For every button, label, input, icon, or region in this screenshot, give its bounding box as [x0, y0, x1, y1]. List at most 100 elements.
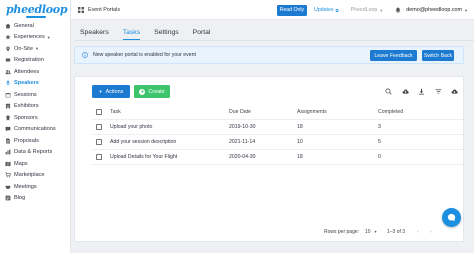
chevron-down-icon: ▼	[373, 230, 378, 234]
home-icon	[5, 23, 11, 29]
tab-speakers[interactable]: Speakers	[80, 25, 109, 40]
sidebar-item-blog[interactable]: Blog	[0, 193, 70, 205]
sidebar-item-label: General	[14, 22, 34, 29]
row-checkbox[interactable]	[96, 139, 102, 145]
top-bar: Event Portals Read Only Updates ⧉ PheedL…	[71, 0, 474, 20]
task-due-date: 2019-10-30	[229, 124, 256, 130]
sidebar-item-label: Data & Reports	[14, 149, 53, 156]
sidebar-item-maps[interactable]: Maps	[0, 158, 70, 170]
table-row[interactable]: Upload Details for Your Flight 2020-04-3…	[92, 150, 463, 165]
tab-settings[interactable]: Settings	[154, 25, 179, 40]
people-icon	[5, 69, 11, 75]
table-row[interactable]: Upload your photo 2019-10-30 18 3	[92, 120, 463, 135]
column-header-assignments[interactable]: Assignments	[297, 109, 327, 115]
event-selector[interactable]: PheedLoop ▼	[351, 7, 384, 13]
sidebar-item-general[interactable]: General	[0, 20, 70, 32]
task-due-date: 2021-11-14	[229, 139, 256, 145]
sidebar-item-label: Communications	[14, 126, 56, 133]
updates-link[interactable]: Updates ⧉	[314, 7, 339, 13]
actions-label: Actions	[105, 88, 124, 95]
tab-bar: Speakers Tasks Settings Portal	[80, 25, 224, 40]
sidebar-nav: General Experiences ▼ On-Site ▼ Registration A…	[0, 20, 70, 204]
chat-bubble-icon	[447, 213, 456, 222]
sidebar-item-registration[interactable]: Registration	[0, 55, 70, 67]
select-all-checkbox[interactable]	[96, 109, 102, 115]
cloud-download-icon[interactable]	[450, 87, 459, 96]
sidebar-item-marketplace[interactable]: Marketplace	[0, 170, 70, 182]
pagination-range: 1–3 of 3	[387, 229, 406, 235]
filter-icon[interactable]	[434, 87, 443, 96]
user-menu[interactable]: demo@pheedloop.com ▼	[406, 7, 468, 13]
event-name: PheedLoop	[350, 7, 378, 13]
column-header-completed[interactable]: Completed	[378, 109, 403, 115]
task-completed: 5	[378, 139, 381, 145]
read-only-badge[interactable]: Read Only	[276, 4, 308, 16]
table-header: Task Due Date Assignments Completed	[92, 105, 463, 120]
task-name: Upload your photo	[110, 124, 153, 130]
sidebar-item-communications[interactable]: Communications	[0, 124, 70, 136]
sidebar-item-label: On-Site	[14, 45, 33, 52]
table-row[interactable]: Add your session description 2021-11-14 …	[92, 135, 463, 150]
actions-button[interactable]: ▼ Actions	[92, 85, 130, 98]
award-icon	[5, 115, 11, 121]
download-icon[interactable]	[417, 87, 426, 96]
column-header-due-date[interactable]: Due Date	[229, 109, 251, 115]
pheedloop-logo[interactable]: pheedloop	[0, 0, 70, 20]
sidebar: pheedloop General Experiences ▼ On-Site ▼ Reg…	[0, 0, 71, 253]
star-icon	[5, 34, 11, 40]
logo-text: pheedloop	[6, 3, 68, 16]
sidebar-item-on-site[interactable]: On-Site ▼	[0, 43, 70, 55]
switch-back-button[interactable]: Switch Back	[422, 50, 454, 61]
mic-icon	[5, 80, 11, 86]
task-assignments: 10	[297, 139, 303, 145]
sidebar-item-experiences[interactable]: Experiences ▼	[0, 32, 70, 44]
sidebar-item-label: Blog	[14, 195, 26, 202]
task-assignments: 18	[297, 154, 303, 160]
sidebar-item-exhibitors[interactable]: Exhibitors	[0, 101, 70, 113]
sidebar-item-speakers[interactable]: Speakers	[0, 78, 70, 90]
ticket-icon	[5, 57, 11, 63]
logo-underline	[26, 16, 46, 18]
previous-page-icon[interactable]: ‹	[417, 229, 419, 235]
column-header-task[interactable]: Task	[110, 109, 121, 115]
sidebar-item-attendees[interactable]: Attendees	[0, 66, 70, 78]
sidebar-item-proposals[interactable]: Proposals	[0, 135, 70, 147]
chart-icon	[5, 149, 11, 155]
next-page-icon[interactable]: ›	[430, 229, 432, 235]
row-checkbox[interactable]	[96, 124, 102, 130]
chevron-down-icon: ▼	[98, 89, 103, 94]
row-checkbox[interactable]	[96, 154, 102, 160]
sidebar-item-label: Sessions	[14, 91, 37, 98]
info-banner: New speaker portal is enabled for your e…	[74, 46, 464, 64]
cloud-upload-icon[interactable]	[401, 87, 410, 96]
banner-message: New speaker portal is enabled for your e…	[93, 52, 196, 58]
sidebar-item-sessions[interactable]: Sessions	[0, 89, 70, 101]
sidebar-item-label: Proposals	[14, 137, 39, 144]
chat-icon	[5, 126, 11, 132]
user-email: demo@pheedloop.com	[406, 7, 463, 13]
tab-portal[interactable]: Portal	[193, 25, 211, 40]
sidebar-item-meetings[interactable]: Meetings	[0, 181, 70, 193]
leave-feedback-button[interactable]: Leave Feedback	[370, 50, 417, 61]
table-toolbar	[377, 87, 460, 96]
blog-icon	[5, 195, 11, 201]
sidebar-item-sponsors[interactable]: Sponsors	[0, 112, 70, 124]
task-assignments: 18	[297, 124, 303, 130]
tasks-card: ▼ Actions + Create Task Due Date Assignm…	[74, 76, 464, 242]
search-icon[interactable]	[384, 87, 393, 96]
store-icon	[5, 103, 11, 109]
bell-icon[interactable]	[395, 7, 401, 13]
sidebar-item-label: Sponsors	[14, 114, 38, 121]
task-due-date: 2020-04-30	[229, 154, 256, 160]
pin-icon	[5, 46, 11, 52]
calendar-icon	[5, 92, 11, 98]
event-portals-link[interactable]: Event Portals	[78, 6, 120, 13]
document-icon	[5, 138, 11, 144]
sidebar-item-data-reports[interactable]: Data & Reports	[0, 147, 70, 159]
sidebar-item-label: Experiences	[14, 34, 45, 41]
rows-per-page-select[interactable]: 10 ▼	[365, 229, 377, 235]
create-button[interactable]: + Create	[134, 85, 170, 98]
help-chat-button[interactable]	[442, 208, 461, 227]
sidebar-item-label: Maps	[14, 160, 28, 167]
tab-tasks[interactable]: Tasks	[122, 25, 141, 40]
